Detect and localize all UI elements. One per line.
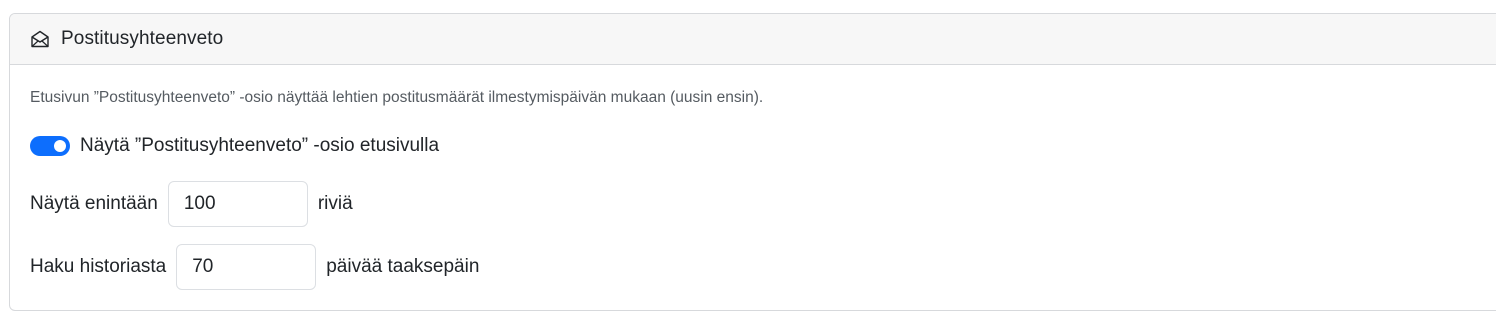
max-rows-suffix: riviä <box>317 193 353 214</box>
history-days-suffix: päivää taaksepäin <box>326 256 480 277</box>
show-section-toggle[interactable] <box>30 136 70 156</box>
section-description: Etusivun ”Postitusyhteenveto” -osio näyt… <box>30 89 764 106</box>
history-days-row: Haku historiasta päivää taaksepäin <box>30 244 479 290</box>
max-rows-input[interactable] <box>167 181 308 227</box>
history-days-label: Haku historiasta <box>30 256 167 277</box>
toggle-knob <box>54 140 66 152</box>
max-rows-label: Näytä enintään <box>30 193 158 214</box>
history-days-input[interactable] <box>176 244 317 290</box>
max-rows-row: Näytä enintään riviä <box>30 181 353 227</box>
envelope-open-icon <box>30 29 50 49</box>
show-section-toggle-label[interactable]: Näytä ”Postitusyhteenveto” -osio etusivu… <box>80 135 439 157</box>
card-header: Postitusyhteenveto <box>10 14 1496 65</box>
card-title: Postitusyhteenveto <box>61 28 224 49</box>
postitusyhteenveto-card: Postitusyhteenveto Etusivun ”Postitusyht… <box>9 13 1496 311</box>
show-section-toggle-row: Näytä ”Postitusyhteenveto” -osio etusivu… <box>30 135 439 157</box>
